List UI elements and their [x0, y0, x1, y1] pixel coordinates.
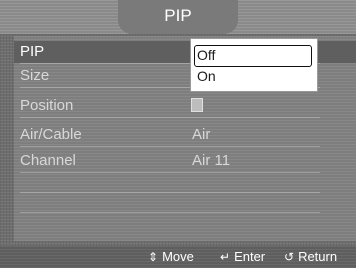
- menu-title: PIP: [164, 6, 192, 25]
- dropdown-option-off[interactable]: Off: [194, 45, 312, 67]
- move-hint: ⇕ Move: [148, 249, 194, 264]
- enter-icon: ↵: [220, 250, 231, 264]
- menu-item-air-cable[interactable]: Air/Cable Air: [14, 124, 356, 146]
- pip-dropdown[interactable]: Off On: [190, 38, 318, 92]
- divider: [20, 146, 320, 147]
- menu-item-label: Channel: [20, 152, 76, 169]
- enter-hint-label: Enter: [234, 249, 266, 264]
- menu-item-value: Air: [192, 126, 211, 143]
- enter-hint: ↵ Enter: [220, 249, 265, 264]
- position-indicator-icon: [191, 98, 203, 112]
- menu-item-label: Air/Cable: [20, 126, 82, 143]
- move-hint-label: Move: [162, 249, 194, 264]
- dropdown-option-on[interactable]: On: [195, 68, 216, 88]
- divider: [20, 192, 320, 193]
- menu-item-label: Position: [20, 97, 74, 114]
- menu-item-channel[interactable]: Channel Air 11: [14, 150, 356, 172]
- divider: [20, 172, 320, 173]
- up-down-arrows-icon: ⇕: [148, 250, 159, 264]
- menu-item-label: PIP: [20, 43, 45, 60]
- title-bar: PIP: [0, 0, 356, 34]
- footer-hints: ⇕ Move ↵ Enter ↺ Return: [0, 246, 356, 268]
- divider: [20, 212, 320, 213]
- pip-osd-screen: PIP PIP Size Position Air/Cable Air Chan…: [0, 0, 356, 268]
- return-hint: ↺ Return: [284, 249, 337, 264]
- return-icon: ↺: [284, 250, 295, 264]
- return-hint-label: Return: [298, 249, 338, 264]
- menu-item-value: Air 11: [192, 152, 231, 169]
- divider: [20, 117, 320, 118]
- menu-item-position[interactable]: Position: [14, 95, 356, 117]
- menu-item-label: Size: [20, 67, 50, 84]
